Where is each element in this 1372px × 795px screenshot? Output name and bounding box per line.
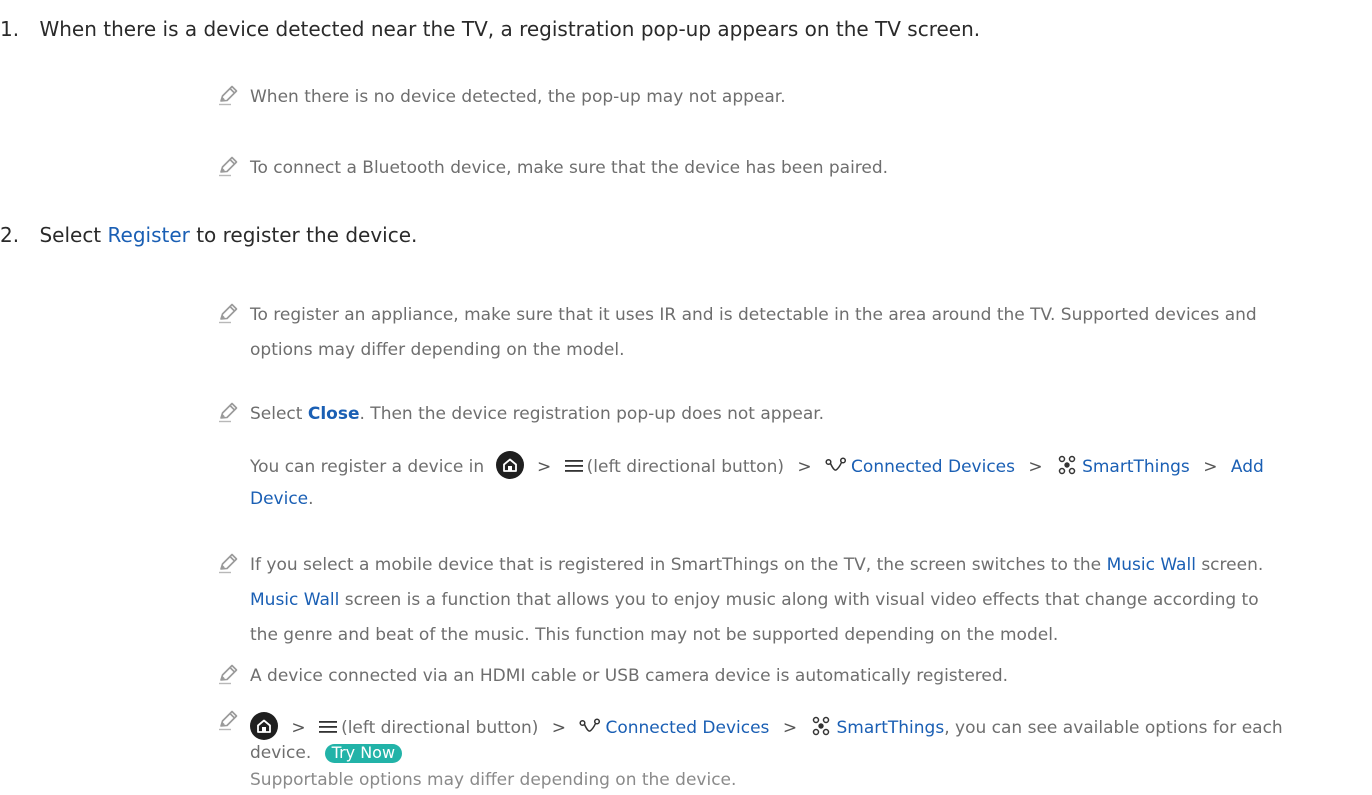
period: . xyxy=(308,489,314,509)
pencil-icon xyxy=(217,302,239,324)
home-icon[interactable] xyxy=(250,712,278,740)
pencil-icon xyxy=(217,401,239,423)
chevron-right-icon: > xyxy=(551,718,567,738)
note-appliance-line-2: options may differ depending on the mode… xyxy=(250,340,625,360)
pencil-icon xyxy=(217,663,239,685)
step-1-number: 1. xyxy=(0,17,20,41)
music-wall-line-1: If you select a mobile device that is re… xyxy=(250,557,1263,574)
pencil-icon xyxy=(217,709,239,731)
pencil-icon xyxy=(217,155,239,177)
menu-label: (left directional button) xyxy=(586,457,784,477)
chevron-right-icon: > xyxy=(1203,457,1218,477)
pencil-icon xyxy=(217,84,239,106)
options-sub-note: Supportable options may differ depending… xyxy=(250,770,737,790)
options-path-suffix: , you can see available options for each xyxy=(944,718,1283,738)
note-no-device: When there is no device detected, the po… xyxy=(250,87,786,107)
music-wall-line-3: the genre and beat of the music. This fu… xyxy=(250,625,1059,645)
register-link[interactable]: Register xyxy=(108,223,190,247)
close-link[interactable]: Close xyxy=(308,404,360,424)
music-wall-l2-suffix: screen is a function that allows you to … xyxy=(339,590,1259,610)
smartthings-link[interactable]: SmartThings xyxy=(836,718,944,738)
note-appliance-line-1: To register an appliance, make sure that… xyxy=(250,305,1257,325)
music-wall-l1-suffix: screen. xyxy=(1195,555,1264,575)
connected-devices-link[interactable]: Connected Devices xyxy=(851,457,1015,477)
connected-devices-icon xyxy=(579,718,601,734)
step-2-prefix: Select xyxy=(39,223,108,247)
step-1-text: When there is a device detected near the… xyxy=(39,17,981,41)
menu-icon xyxy=(565,459,583,473)
menu-icon xyxy=(319,720,337,734)
connected-devices-icon xyxy=(825,457,847,473)
smartthings-icon xyxy=(1056,454,1078,476)
note-close-prefix: Select xyxy=(250,404,308,424)
chevron-right-icon: > xyxy=(797,457,812,477)
register-path-line-1: You can register a device in > (left dir… xyxy=(250,453,1264,481)
music-wall-link[interactable]: Music Wall xyxy=(250,590,339,610)
note-close: Select Close. Then the device registrati… xyxy=(250,406,824,423)
music-wall-line-2: Music Wall screen is a function that all… xyxy=(250,592,1259,609)
note-bluetooth: To connect a Bluetooth device, make sure… xyxy=(250,158,889,178)
note-close-suffix: . Then the device registration pop-up do… xyxy=(359,404,825,424)
note-hdmi: A device connected via an HDMI cable or … xyxy=(250,666,1009,686)
smartthings-icon xyxy=(810,715,832,737)
chevron-right-icon: > xyxy=(537,457,552,477)
register-path-prefix: You can register a device in xyxy=(250,457,485,477)
home-icon[interactable] xyxy=(496,451,524,479)
connected-devices-link[interactable]: Connected Devices xyxy=(605,718,769,738)
device-link[interactable]: Device xyxy=(250,489,308,509)
pencil-icon xyxy=(217,552,239,574)
chevron-right-icon: > xyxy=(782,718,798,738)
chevron-right-icon: > xyxy=(291,718,306,738)
options-path-l2: device. xyxy=(250,743,312,763)
add-link[interactable]: Add xyxy=(1231,457,1264,477)
try-now-button[interactable]: Try Now xyxy=(324,744,403,763)
step-2-number: 2. xyxy=(0,223,20,247)
music-wall-link[interactable]: Music Wall xyxy=(1107,555,1196,575)
chevron-right-icon: > xyxy=(1028,457,1043,477)
options-path-line-1: > (left directional button) > Connected … xyxy=(250,714,1283,742)
step-2: 2. Select Register to register the devic… xyxy=(0,225,417,245)
music-wall-l1-prefix: If you select a mobile device that is re… xyxy=(250,555,1107,575)
step-1: 1. When there is a device detected near … xyxy=(0,19,980,39)
menu-label: (left directional button) xyxy=(341,718,539,738)
options-path-line-2: device. Try Now xyxy=(250,743,403,763)
step-2-suffix: to register the device. xyxy=(189,223,418,247)
register-path-line-2: Device. xyxy=(250,491,314,508)
smartthings-link[interactable]: SmartThings xyxy=(1082,457,1190,477)
